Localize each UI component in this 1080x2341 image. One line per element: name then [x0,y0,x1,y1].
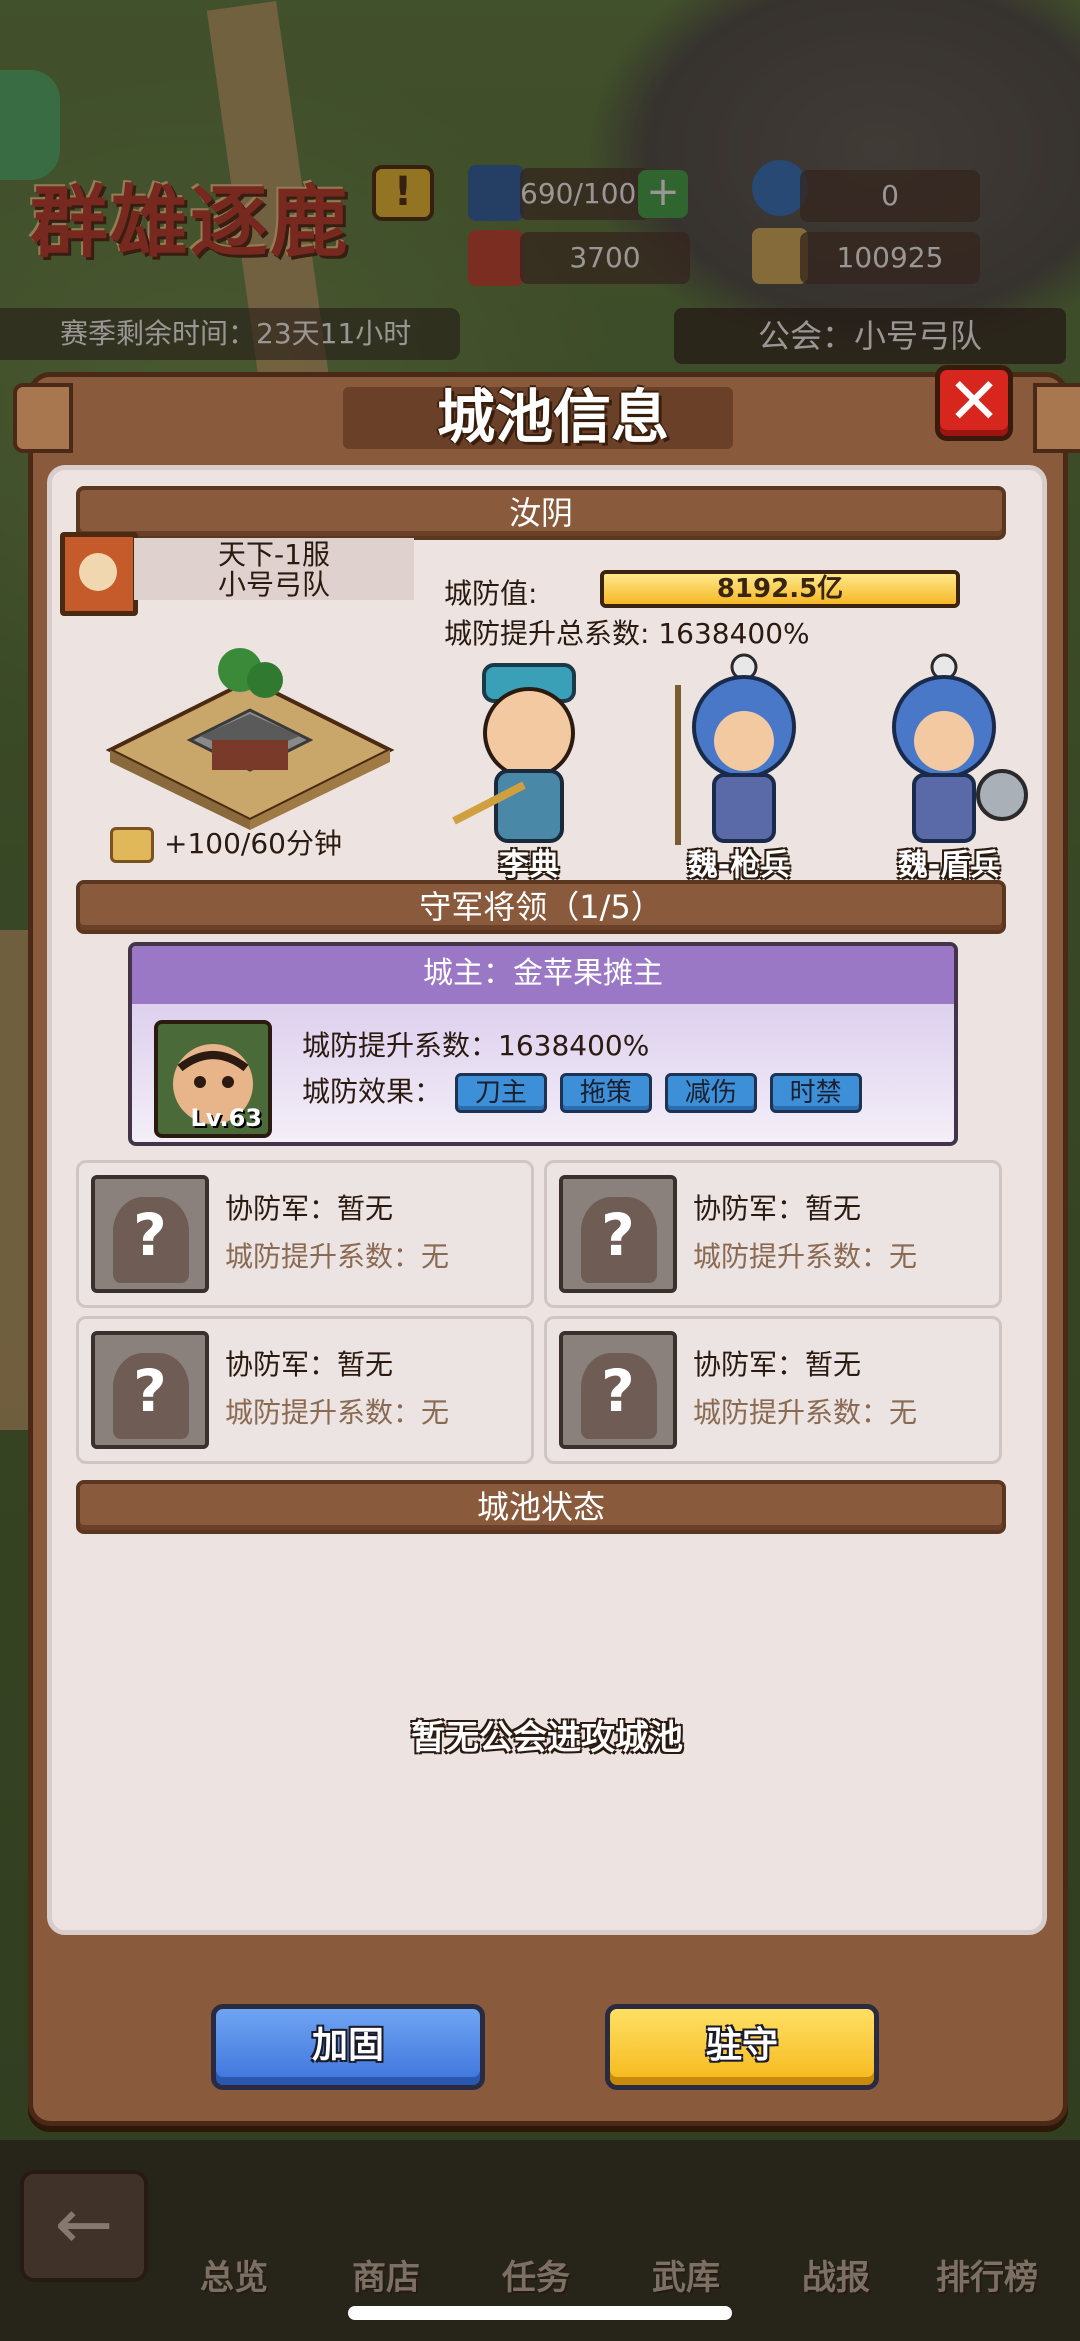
co-defense-slot[interactable]: ? 协防军：暂无 城防提升系数：无 [544,1316,1002,1464]
troop-general-icon [452,663,576,843]
city-status-header: 城池状态 [76,1480,1006,1534]
reinforce-button[interactable]: 加固 [211,2004,485,2090]
effect-tag[interactable]: 时禁 [769,1073,862,1113]
troop-name: 魏-盾兵 [897,848,1001,883]
co-defense-slot[interactable]: ? 协防军：暂无 城防提升系数：无 [544,1160,1002,1308]
defense-bar: 8192.5亿 [600,570,960,608]
slot-name: 协防军：暂无 [225,1192,394,1225]
empty-slot-icon: ? [559,1331,677,1449]
city-name-bar: 汝阴 [76,486,1006,540]
slot-name: 协防军：暂无 [225,1348,394,1381]
owner-guild: 小号弓队 [217,568,330,601]
lord-effects-label: 城防效果： [302,1075,443,1108]
empty-slot-icon: ? [91,1175,209,1293]
slot-boost: 城防提升系数：无 [693,1240,918,1273]
slot-name: 协防军：暂无 [693,1192,862,1225]
question-mark: ? [601,1357,635,1425]
city-lord-card[interactable]: 城主：金苹果摊主 Lv.63 城防提升系数：1638400% 城防效果： 刀主 [128,942,958,1146]
co-defense-slot[interactable]: ? 协防军：暂无 城防提升系数：无 [76,1316,534,1464]
troop-shieldman-icon [892,653,1028,843]
question-mark: ? [133,1201,167,1269]
modal-title: 城池信息 [436,383,669,451]
status-empty-text: 暂无公会进攻城池 [411,1718,683,1758]
reward-rate: +100/60分钟 [110,822,342,863]
reward-text: +100/60分钟 [164,827,342,860]
city-lord-body: Lv.63 城防提升系数：1638400% 城防效果： 刀主 拖策 减伤 时禁 [132,1004,954,1142]
city-lord-title: 城主：金苹果摊主 [132,946,954,1004]
scroll-reward-icon [110,827,154,863]
city-info-modal: 城池信息 ✕ 汝阴 天下-1服 小号弓队 +100/60分钟 城防值: 8192… [13,365,1080,2126]
empty-slot-icon: ? [91,1331,209,1449]
slot-boost: 城防提升系数：无 [225,1396,450,1429]
slot-boost: 城防提升系数：无 [693,1396,918,1429]
co-defense-slot[interactable]: ? 协防军：暂无 城防提升系数：无 [76,1160,534,1308]
empty-slot-icon: ? [559,1175,677,1293]
lord-boost: 城防提升系数：1638400% [302,1029,650,1062]
troop-spearman-icon [675,653,796,845]
city-building-icon [105,648,395,830]
guild-banner-icon [60,532,138,616]
owner-server: 天下-1服 [218,538,330,571]
content-panel: 汝阴 天下-1服 小号弓队 +100/60分钟 城防值: 8192.5亿 城防提… [47,465,1047,1935]
close-button[interactable]: ✕ [935,365,1013,441]
troop-name: 李典 [499,848,559,883]
defense-label: 城防值: [444,577,538,610]
home-indicator[interactable] [348,2306,732,2320]
slot-name: 协防军：暂无 [693,1348,862,1381]
lord-avatar[interactable]: Lv.63 [154,1020,272,1138]
lord-level: Lv.63 [190,1104,263,1132]
question-mark: ? [133,1357,167,1425]
troop-name: 魏-枪兵 [687,848,791,883]
generals-header: 守军将领（1/5） [76,880,1006,934]
garrison-button[interactable]: 驻守 [605,2004,879,2090]
slot-boost: 城防提升系数：无 [225,1240,450,1273]
effect-tag[interactable]: 刀主 [454,1073,547,1113]
question-mark: ? [601,1201,635,1269]
effect-tag[interactable]: 拖策 [559,1073,652,1113]
owner-box: 天下-1服 小号弓队 [134,538,414,600]
lord-effects-row: 城防效果： 刀主 拖策 减伤 时禁 [302,1070,862,1113]
effect-tag[interactable]: 减伤 [664,1073,757,1113]
